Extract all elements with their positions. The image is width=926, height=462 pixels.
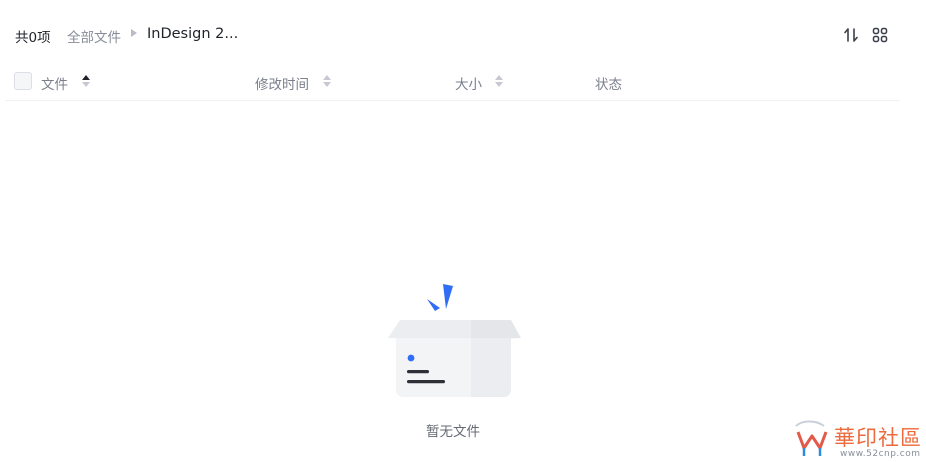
- sort-toggle-modified-icon[interactable]: [323, 75, 331, 88]
- column-header-name[interactable]: 文件: [41, 73, 68, 93]
- toolbar: 共0项 全部文件 InDesign 2...: [0, 0, 926, 68]
- sort-order-icon[interactable]: [842, 26, 860, 44]
- column-header-status: 状态: [595, 77, 622, 93]
- empty-box-icon: [380, 280, 525, 402]
- column-header-modified[interactable]: 修改时间: [255, 73, 309, 93]
- watermark: 華印社區 www.52cnp.com: [790, 418, 926, 461]
- watermark-text: 華印社區: [834, 426, 922, 450]
- breadcrumb-current: InDesign 2...: [147, 26, 239, 42]
- empty-state-message: 暂无文件: [426, 424, 480, 440]
- table-header: 文件 修改时间 大小 状态: [5, 64, 900, 101]
- select-all-checkbox[interactable]: [14, 72, 32, 90]
- item-count: 共0项: [15, 30, 51, 46]
- logo-icon: [795, 420, 828, 456]
- sort-toggle-name-icon[interactable]: [82, 75, 90, 88]
- breadcrumb-separator-icon: [131, 29, 137, 37]
- watermark-url: www.52cnp.com: [840, 449, 921, 459]
- sort-toggle-size-icon[interactable]: [495, 75, 503, 88]
- column-header-size[interactable]: 大小: [455, 73, 482, 93]
- grid-view-icon[interactable]: [871, 26, 889, 44]
- breadcrumb-root-link[interactable]: 全部文件: [67, 26, 121, 46]
